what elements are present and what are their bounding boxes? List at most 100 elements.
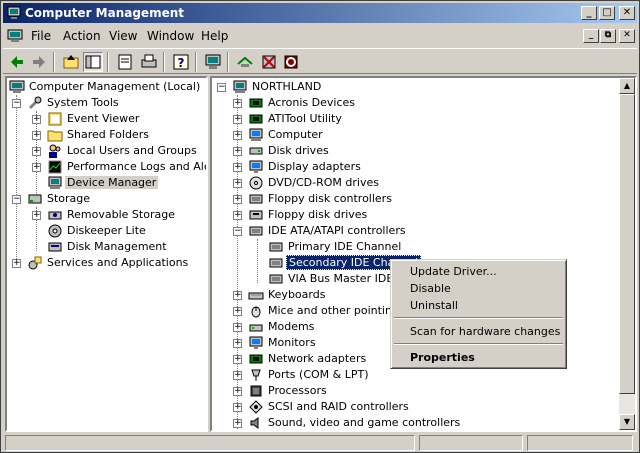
print-icon[interactable] [139, 52, 159, 72]
device-category-display-adapters[interactable]: Display adapters [248, 159, 363, 175]
menu-item-properties[interactable]: Properties [394, 349, 563, 366]
device-category-floppy-drives[interactable]: Floppy disk drives [248, 207, 369, 223]
expand-icon[interactable]: + [233, 179, 242, 188]
expand-icon[interactable]: + [32, 211, 41, 220]
device-category-computer[interactable]: Computer [248, 127, 325, 143]
tree-node-storage[interactable]: Storage [27, 191, 92, 207]
expand-icon[interactable]: + [233, 131, 242, 140]
menu-action[interactable]: Action [63, 29, 101, 43]
expand-icon[interactable]: + [12, 259, 21, 268]
expand-icon[interactable]: + [233, 419, 242, 428]
expand-icon[interactable]: + [32, 163, 41, 172]
device-tree-pane[interactable]: − NORTHLAND + Acronis Devices + ATITool … [210, 76, 637, 432]
computer-icon[interactable] [203, 52, 223, 72]
forward-icon[interactable] [29, 52, 49, 72]
mdi-minimize-button[interactable]: _ [583, 29, 599, 43]
expand-icon[interactable]: + [233, 323, 242, 332]
console-tree-pane[interactable]: Computer Management (Local) − System Too… [5, 76, 208, 432]
uninstall-icon[interactable] [259, 52, 279, 72]
up-one-level-icon[interactable] [61, 52, 81, 72]
device-category-processors[interactable]: Processors [248, 383, 329, 399]
device-category-monitors[interactable]: Monitors [248, 335, 318, 351]
expand-icon[interactable]: + [233, 339, 242, 348]
disable-icon[interactable] [281, 52, 301, 72]
keyboard-icon [248, 292, 264, 300]
device-category-floppy-controllers[interactable]: Floppy disk controllers [248, 191, 394, 207]
collapse-icon[interactable]: − [12, 99, 21, 108]
expand-icon[interactable]: + [32, 131, 41, 140]
expand-icon[interactable]: + [32, 115, 41, 124]
device-category-disk-drives[interactable]: Disk drives [248, 143, 331, 159]
tree-node-device-manager[interactable]: Device Manager [47, 175, 159, 191]
device-category-acronis[interactable]: Acronis Devices [248, 95, 357, 111]
vertical-scrollbar[interactable]: ▲ ▼ [619, 78, 635, 430]
back-icon[interactable] [7, 52, 27, 72]
device-category-keyboards[interactable]: Keyboards [248, 287, 327, 303]
expand-icon[interactable]: + [233, 99, 242, 108]
tree-node-disk-management[interactable]: Disk Management [47, 239, 169, 255]
mdi-close-button[interactable]: ✕ [619, 29, 635, 43]
expand-icon[interactable]: + [233, 211, 242, 220]
mdi-restore-button[interactable]: ⧉ [600, 29, 616, 43]
device-category-ports[interactable]: Ports (COM & LPT) [248, 367, 371, 383]
collapse-icon[interactable]: − [233, 227, 242, 236]
minimize-button[interactable]: _ [581, 6, 597, 20]
properties-icon[interactable] [115, 52, 135, 72]
device-category-scsi-raid[interactable]: SCSI and RAID controllers [248, 399, 411, 415]
menu-help[interactable]: Help [201, 29, 228, 43]
device-primary-ide-channel[interactable]: Primary IDE Channel [268, 239, 403, 255]
menu-view[interactable]: View [109, 29, 137, 43]
tree-label: Storage [47, 192, 91, 205]
menu-item-uninstall[interactable]: Uninstall [394, 297, 563, 314]
tree-node-event-viewer[interactable]: Event Viewer [47, 111, 141, 127]
tree-node-local-users[interactable]: Local Users and Groups [47, 143, 199, 159]
scan-hardware-icon[interactable] [235, 52, 255, 72]
device-category-modems[interactable]: Modems [248, 319, 316, 335]
expand-icon[interactable]: + [233, 403, 242, 412]
close-button[interactable]: ✕ [619, 6, 635, 20]
collapse-icon[interactable]: − [217, 83, 226, 92]
device-category-mice[interactable]: Mice and other pointing d [248, 303, 411, 319]
tree-node-diskeeper[interactable]: Diskeeper Lite [47, 223, 148, 239]
tree-node-system-tools[interactable]: System Tools [27, 95, 121, 111]
scroll-thumb[interactable] [619, 94, 635, 394]
tree-label: Removable Storage [67, 208, 175, 221]
tree-node-performance-logs[interactable]: Performance Logs and Alerts [47, 159, 206, 175]
tree-node-shared-folders[interactable]: Shared Folders [47, 127, 151, 143]
expand-icon[interactable]: + [233, 387, 242, 396]
tree-node-northland[interactable]: NORTHLAND [232, 79, 323, 95]
tree-node-services-applications[interactable]: Services and Applications [27, 255, 190, 271]
maximize-button[interactable]: □ [599, 6, 615, 20]
expand-icon[interactable]: + [233, 195, 242, 204]
expand-icon[interactable]: + [233, 307, 242, 316]
expand-icon[interactable]: + [233, 291, 242, 300]
collapse-icon[interactable]: − [12, 195, 21, 204]
menu-item-update-driver[interactable]: Update Driver... [394, 263, 563, 280]
device-category-dvd-cdrom[interactable]: DVD/CD-ROM drives [248, 175, 381, 191]
scroll-up-button[interactable]: ▲ [619, 78, 635, 94]
expand-icon[interactable]: + [233, 147, 242, 156]
tree-node-removable-storage[interactable]: Removable Storage [47, 207, 177, 223]
title-bar[interactable]: Computer Management _ □ ✕ [3, 3, 637, 23]
device-via-bus-master-ide[interactable]: VIA Bus Master IDE C [268, 271, 406, 287]
device-category-ide-controllers[interactable]: IDE ATA/ATAPI controllers [248, 223, 408, 239]
expand-icon[interactable]: + [233, 163, 242, 172]
expand-icon[interactable]: + [233, 355, 242, 364]
expand-icon[interactable]: + [32, 147, 41, 156]
menu-item-scan-hardware[interactable]: Scan for hardware changes [394, 323, 563, 340]
controller-icon [249, 194, 263, 204]
device-category-sound-video[interactable]: Sound, video and game controllers [248, 415, 462, 430]
menu-file[interactable]: File [31, 29, 51, 43]
help-icon[interactable]: ? [171, 52, 191, 72]
menu-window[interactable]: Window [147, 29, 194, 43]
device-category-network-adapters[interactable]: Network adapters [248, 351, 368, 367]
device-category-atitool[interactable]: ATITool Utility [248, 111, 344, 127]
toolbar-separator [107, 52, 109, 72]
expand-icon[interactable]: + [233, 115, 242, 124]
menu-item-disable[interactable]: Disable [394, 280, 563, 297]
scroll-down-button[interactable]: ▼ [619, 414, 635, 430]
tree-node-computer-management[interactable]: Computer Management (Local) [9, 79, 202, 95]
console-icon[interactable] [7, 28, 23, 44]
show-hide-console-tree-button[interactable] [83, 52, 103, 72]
expand-icon[interactable]: + [233, 371, 242, 380]
